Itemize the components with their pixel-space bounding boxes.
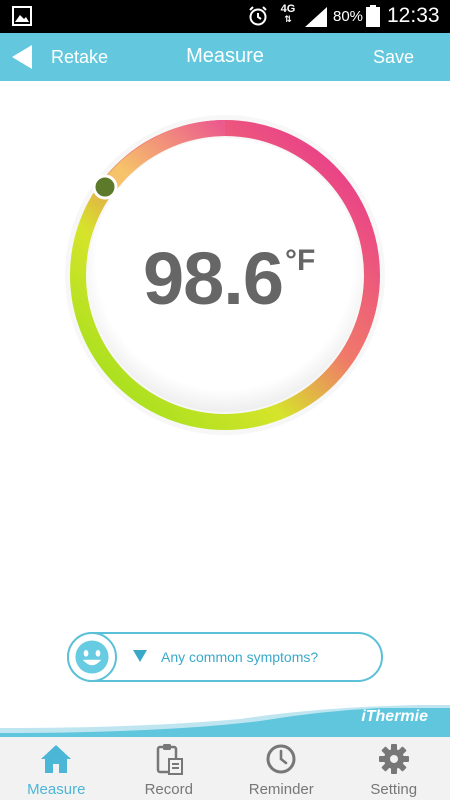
data-arrows-icon: ⇅ (284, 14, 292, 24)
smiley-face-icon (67, 632, 117, 682)
tab-setting[interactable]: Setting (338, 737, 450, 800)
tab-label-reminder: Reminder (248, 781, 314, 798)
status-time: 12:33 (387, 4, 440, 27)
tab-label-record: Record (144, 781, 193, 798)
bottom-navigation: Measure Record Reminder Setting (0, 737, 450, 800)
symptoms-selector[interactable]: Any common symptoms? (67, 632, 383, 682)
temperature-unit: °F (285, 244, 316, 277)
gallery-icon (12, 6, 32, 26)
alarm-icon (249, 6, 267, 26)
caret-down-icon (133, 650, 147, 662)
app-header: Retake Measure Save (0, 33, 450, 81)
symptoms-prompt: Any common symptoms? (161, 649, 319, 665)
signal-icon (305, 7, 327, 27)
temperature-reading: 98.6°F (143, 236, 315, 326)
status-bar: 4G ⇅ 80% 12:33 (0, 0, 450, 33)
gauge-indicator-dot[interactable] (92, 174, 118, 200)
battery-percent: 80% (333, 8, 364, 25)
network-indicator: 4G ⇅ (279, 4, 297, 24)
tab-measure[interactable]: Measure (0, 737, 113, 800)
home-icon (41, 745, 72, 773)
brand-logo: iThermie (361, 708, 428, 725)
tab-reminder[interactable]: Reminder (225, 737, 338, 800)
tab-label-measure: Measure (27, 781, 86, 798)
tab-record[interactable]: Record (113, 737, 226, 800)
clipboard-icon (156, 744, 183, 775)
gear-icon (378, 744, 409, 774)
battery-icon (366, 5, 380, 27)
tab-label-setting: Setting (370, 781, 418, 798)
save-button[interactable]: Save (373, 47, 414, 68)
clock-icon (266, 744, 296, 774)
temperature-value: 98.6 (143, 237, 284, 320)
